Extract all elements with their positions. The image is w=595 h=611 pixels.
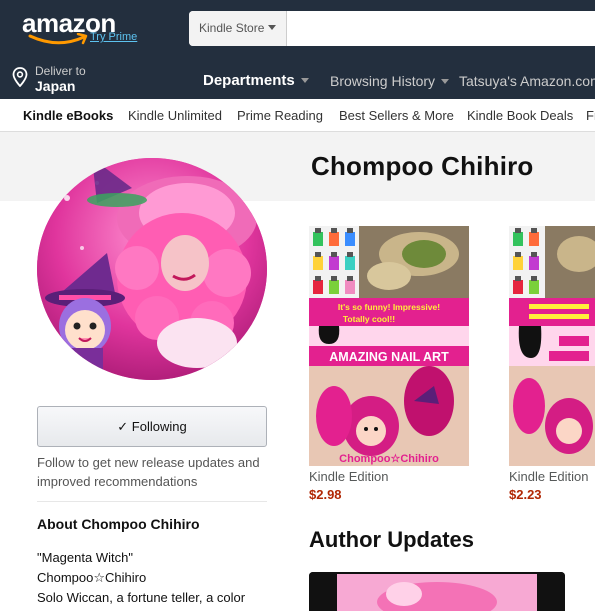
bio-line: "Magenta Witch": [37, 550, 133, 565]
subnav-item-kindle-book-deals[interactable]: Kindle Book Deals: [467, 108, 573, 123]
bio-line: Solo Wiccan, a fortune teller, a color: [37, 590, 246, 605]
subnav-item-kindle-unlimited[interactable]: Kindle Unlimited: [128, 108, 222, 123]
book-price: $2.23: [509, 487, 542, 502]
cover-banner-text: It's so funny! Impressive!: [338, 302, 440, 312]
deliver-to-location[interactable]: Deliver to Japan: [12, 63, 122, 95]
top-nav-bar: amazon Try Prime Kindle Store: [0, 0, 595, 58]
departments-menu[interactable]: Departments: [203, 72, 309, 89]
location-pin-icon: [12, 67, 28, 87]
subnav-item-more[interactable]: Fr: [586, 108, 595, 123]
bio-line: Chompoo☆Chihiro: [37, 570, 147, 585]
cover-title-text: AMAZING NAIL ART: [329, 350, 449, 364]
browsing-history-label: Browsing History: [330, 73, 436, 89]
departments-label: Departments: [203, 72, 295, 89]
chevron-down-icon: [300, 78, 309, 83]
amazon-logo[interactable]: amazon Try Prime: [22, 8, 152, 50]
divider: [37, 501, 267, 502]
author-updates-heading: Author Updates: [309, 527, 474, 552]
deliver-country: Japan: [35, 78, 76, 94]
author-update-image: [309, 572, 565, 611]
subnav-item-kindle-ebooks[interactable]: Kindle eBooks: [23, 108, 113, 123]
book-price: $2.98: [309, 487, 342, 502]
account-link[interactable]: Tatsuya's Amazon.com: [459, 73, 595, 89]
browsing-history-menu[interactable]: Browsing History: [330, 73, 450, 89]
search-category-dropdown[interactable]: Kindle Store: [189, 11, 287, 46]
search-category-label: Kindle Store: [199, 21, 265, 35]
book-format: Kindle Edition: [309, 469, 389, 484]
search-input[interactable]: [287, 11, 595, 46]
book-format: Kindle Edition: [509, 469, 589, 484]
secondary-nav-bar: Deliver to Japan Departments Browsing Hi…: [0, 58, 595, 99]
deliver-label: Deliver to: [35, 64, 86, 78]
author-photo-illustration: [37, 158, 267, 380]
book-cover[interactable]: [509, 226, 595, 466]
subnav-item-best-sellers[interactable]: Best Sellers & More: [339, 108, 454, 123]
author-avatar: [37, 158, 267, 380]
chevron-down-icon: [441, 79, 450, 84]
svg-text:Totally cool!!: Totally cool!!: [343, 314, 395, 324]
book-cover[interactable]: It's so funny! Impressive! Totally cool!…: [309, 226, 469, 466]
book-cover-art: It's so funny! Impressive! Totally cool!…: [309, 226, 469, 466]
book-cover-art: [509, 226, 595, 466]
following-button[interactable]: ✓ Following: [37, 406, 267, 447]
author-update-card[interactable]: [309, 572, 565, 611]
kindle-subnav: Kindle eBooks Kindle Unlimited Prime Rea…: [0, 99, 595, 132]
try-prime-link[interactable]: Try Prime: [90, 31, 137, 43]
cover-author-text: Chompoo☆Chihiro: [339, 453, 439, 465]
amazon-smile-icon: [28, 33, 88, 45]
search-bar: Kindle Store: [189, 11, 595, 46]
page-title: Chompoo Chihiro: [311, 151, 534, 181]
follow-description: Follow to get new release updates and im…: [37, 455, 260, 489]
subnav-item-prime-reading[interactable]: Prime Reading: [237, 108, 323, 123]
chevron-down-icon: [268, 25, 277, 30]
about-heading: About Chompoo Chihiro: [37, 516, 200, 532]
